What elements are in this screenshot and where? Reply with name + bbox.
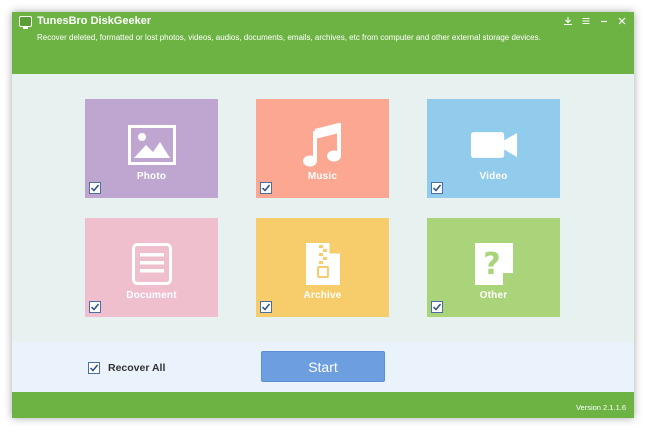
category-label: Other bbox=[479, 290, 508, 301]
archive-zip-icon bbox=[299, 242, 347, 286]
recover-all-option[interactable]: Recover All bbox=[88, 362, 165, 374]
category-music-tile[interactable]: Music bbox=[256, 99, 389, 198]
status-bar: Version 2.1.1.6 bbox=[12, 392, 634, 418]
document-icon bbox=[128, 242, 176, 286]
music-note-icon bbox=[299, 123, 347, 167]
category-label: Photo bbox=[136, 171, 167, 182]
menu-icon[interactable] bbox=[578, 14, 594, 28]
close-icon[interactable] bbox=[614, 14, 630, 28]
start-button[interactable]: Start bbox=[261, 351, 385, 382]
recover-all-checkbox[interactable] bbox=[88, 362, 100, 374]
image-icon bbox=[127, 123, 176, 167]
category-label: Music bbox=[307, 171, 338, 182]
category-photo-tile[interactable]: Photo bbox=[85, 99, 218, 198]
category-label: Archive bbox=[303, 290, 342, 301]
question-file-icon: ? bbox=[470, 242, 518, 286]
category-archive-tile[interactable]: Archive bbox=[256, 218, 389, 317]
category-checkbox[interactable] bbox=[431, 301, 443, 313]
category-document-tile[interactable]: Document bbox=[85, 218, 218, 317]
video-camera-icon bbox=[470, 123, 518, 167]
svg-text:?: ? bbox=[483, 247, 500, 282]
category-label: Document bbox=[126, 290, 177, 301]
header-bar: TunesBro DiskGeeker Recover deleted, for… bbox=[12, 12, 634, 74]
category-grid: Photo Music Video Document Archive ? Oth… bbox=[12, 74, 634, 342]
app-window: TunesBro DiskGeeker Recover deleted, for… bbox=[12, 12, 634, 418]
minimize-icon[interactable] bbox=[596, 14, 612, 28]
category-other-tile[interactable]: ? Other bbox=[427, 218, 560, 317]
category-checkbox[interactable] bbox=[260, 301, 272, 313]
app-subtitle: Recover deleted, formatted or lost photo… bbox=[37, 33, 541, 42]
app-logo-icon bbox=[19, 16, 32, 29]
download-icon[interactable] bbox=[560, 14, 576, 28]
category-label: Video bbox=[479, 171, 508, 182]
action-bar: Recover All Start bbox=[12, 342, 634, 392]
category-checkbox[interactable] bbox=[89, 182, 101, 194]
category-checkbox[interactable] bbox=[89, 301, 101, 313]
recover-all-label: Recover All bbox=[108, 362, 166, 374]
app-title: TunesBro DiskGeeker bbox=[37, 15, 152, 27]
category-video-tile[interactable]: Video bbox=[427, 99, 560, 198]
category-checkbox[interactable] bbox=[260, 182, 272, 194]
window-controls bbox=[560, 14, 630, 28]
version-label: Version 2.1.1.6 bbox=[575, 403, 626, 412]
category-checkbox[interactable] bbox=[431, 182, 443, 194]
